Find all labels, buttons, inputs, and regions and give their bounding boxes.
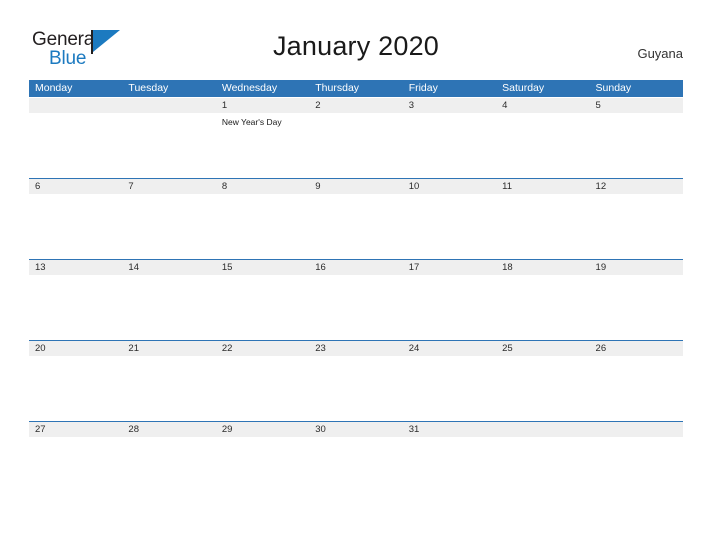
day-cell[interactable] bbox=[496, 422, 589, 502]
day-cell[interactable]: 21 bbox=[122, 341, 215, 421]
day-cell[interactable]: 16 bbox=[309, 260, 402, 340]
calendar-week-row: 13 14 15 16 17 18 19 bbox=[29, 259, 683, 340]
day-cell[interactable]: 15 bbox=[216, 260, 309, 340]
day-cell[interactable]: 25 bbox=[496, 341, 589, 421]
day-number: 13 bbox=[35, 262, 46, 273]
day-cell[interactable]: 31 bbox=[403, 422, 496, 502]
day-event: New Year's Day bbox=[221, 117, 282, 127]
day-cell[interactable]: 18 bbox=[496, 260, 589, 340]
day-cell[interactable]: 19 bbox=[590, 260, 683, 340]
locale-label: Guyana bbox=[637, 46, 683, 61]
day-number: 21 bbox=[128, 343, 139, 354]
calendar-week-row: 20 21 22 23 24 25 26 bbox=[29, 340, 683, 421]
day-cell[interactable]: 12 bbox=[590, 179, 683, 259]
day-cell[interactable]: 14 bbox=[122, 260, 215, 340]
weekday-saturday: Saturday bbox=[502, 82, 545, 94]
day-number: 9 bbox=[315, 181, 321, 192]
day-number: 4 bbox=[502, 100, 508, 111]
day-number: 24 bbox=[408, 343, 420, 354]
day-cell[interactable]: 22 bbox=[216, 341, 309, 421]
day-cell[interactable]: 17 bbox=[403, 260, 496, 340]
day-number bbox=[128, 98, 215, 113]
page-header: General Blue January 2020 Guyana bbox=[0, 0, 712, 80]
day-cell[interactable]: 29 bbox=[216, 422, 309, 502]
day-cell[interactable]: 7 bbox=[122, 179, 215, 259]
week-cells: 6 7 8 9 10 11 12 bbox=[29, 179, 683, 259]
day-number: 27 bbox=[35, 424, 46, 435]
day-number bbox=[35, 98, 122, 113]
weekday-tuesday: Tuesday bbox=[128, 82, 169, 94]
day-cell[interactable]: 30 bbox=[309, 422, 402, 502]
day-number: 11 bbox=[502, 181, 512, 192]
weekday-monday: Monday bbox=[35, 82, 73, 94]
calendar-grid: Monday Tuesday Wednesday Thursday Friday… bbox=[29, 80, 683, 502]
day-cell[interactable]: 4 bbox=[496, 98, 589, 178]
day-number bbox=[596, 422, 683, 437]
calendar-page: General Blue January 2020 Guyana Monday … bbox=[0, 0, 712, 550]
day-cell[interactable]: 1 New Year's Day bbox=[216, 98, 309, 178]
day-cell[interactable]: 2 bbox=[309, 98, 402, 178]
day-cell[interactable] bbox=[29, 98, 122, 178]
week-cells: 20 21 22 23 24 25 26 bbox=[29, 341, 683, 421]
day-cell[interactable] bbox=[122, 98, 215, 178]
weekday-thursday: Thursday bbox=[315, 82, 360, 94]
day-cell[interactable]: 10 bbox=[403, 179, 496, 259]
day-number: 20 bbox=[35, 343, 46, 354]
day-cell[interactable]: 24 bbox=[403, 341, 496, 421]
day-number: 3 bbox=[408, 100, 414, 111]
day-number: 18 bbox=[502, 262, 513, 273]
day-cell[interactable] bbox=[590, 422, 683, 502]
weekday-sunday: Sunday bbox=[595, 82, 632, 94]
day-number: 17 bbox=[408, 262, 420, 273]
day-number: 30 bbox=[315, 424, 326, 435]
day-number: 22 bbox=[221, 343, 233, 354]
day-number: 16 bbox=[315, 262, 326, 273]
week-cells: 1 New Year's Day 2 3 4 5 bbox=[29, 98, 683, 178]
day-number: 1 bbox=[221, 100, 228, 111]
day-number bbox=[502, 422, 589, 437]
day-cell[interactable]: 11 bbox=[496, 179, 589, 259]
day-number: 8 bbox=[221, 181, 228, 192]
day-cell[interactable]: 5 bbox=[590, 98, 683, 178]
calendar-week-row: 27 28 29 30 31 bbox=[29, 421, 683, 502]
day-cell[interactable]: 20 bbox=[29, 341, 122, 421]
day-number: 26 bbox=[595, 343, 607, 354]
day-number: 7 bbox=[128, 181, 134, 192]
day-number: 12 bbox=[595, 181, 607, 192]
day-number: 15 bbox=[221, 262, 233, 273]
day-cell[interactable]: 6 bbox=[29, 179, 122, 259]
day-number: 31 bbox=[408, 424, 420, 435]
day-cell[interactable]: 8 bbox=[216, 179, 309, 259]
day-number: 10 bbox=[408, 181, 420, 192]
calendar-week-row: 6 7 8 9 10 11 12 bbox=[29, 178, 683, 259]
day-cell[interactable]: 26 bbox=[590, 341, 683, 421]
day-number: 19 bbox=[595, 262, 607, 273]
week-cells: 27 28 29 30 31 bbox=[29, 422, 683, 502]
weekday-header-row: Monday Tuesday Wednesday Thursday Friday… bbox=[29, 80, 683, 97]
day-cell[interactable]: 23 bbox=[309, 341, 402, 421]
weekday-friday: Friday bbox=[408, 82, 438, 94]
day-cell[interactable]: 13 bbox=[29, 260, 122, 340]
day-cell[interactable]: 27 bbox=[29, 422, 122, 502]
day-number: 6 bbox=[35, 181, 41, 192]
calendar-week-row: 1 New Year's Day 2 3 4 5 bbox=[29, 97, 683, 178]
day-cell[interactable]: 28 bbox=[122, 422, 215, 502]
day-number: 2 bbox=[315, 100, 321, 111]
day-number: 5 bbox=[595, 100, 601, 111]
weekday-wednesday: Wednesday bbox=[221, 82, 278, 94]
day-number: 25 bbox=[502, 343, 513, 354]
day-number: 23 bbox=[315, 343, 326, 354]
page-title: January 2020 bbox=[272, 31, 440, 61]
day-number: 28 bbox=[128, 424, 139, 435]
week-cells: 13 14 15 16 17 18 19 bbox=[29, 260, 683, 340]
day-cell[interactable]: 9 bbox=[309, 179, 402, 259]
day-cell[interactable]: 3 bbox=[403, 98, 496, 178]
day-number: 29 bbox=[221, 424, 233, 435]
day-number: 14 bbox=[128, 262, 139, 273]
